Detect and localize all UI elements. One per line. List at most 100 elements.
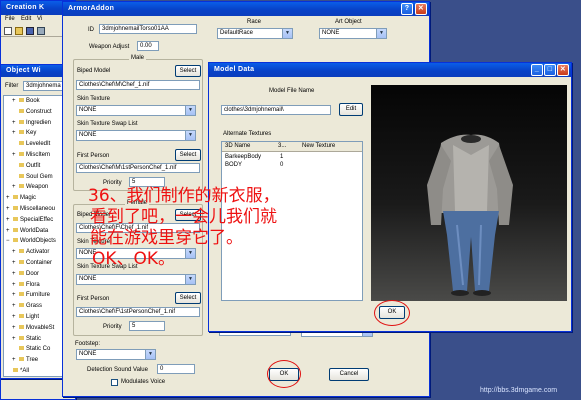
close-icon[interactable]: ✕ [415,3,427,15]
folder-icon [19,152,24,156]
preferences-icon[interactable] [37,27,45,35]
tree-expander-icon[interactable]: + [12,152,19,158]
tree-item[interactable]: Soul Gem [12,173,53,180]
detection-field[interactable]: 0 [157,364,195,374]
column-header-3d-name[interactable]: 3D Name [225,143,250,149]
tree-expander-icon[interactable]: + [12,184,19,190]
female-skin-swap-select[interactable]: NONE ▼ [76,274,196,285]
tree-expander-icon[interactable]: + [12,249,19,255]
tree-expander-icon[interactable]: + [12,120,19,126]
tree-item[interactable]: − WorldObjects [6,238,56,244]
chevron-down-icon: ▼ [185,249,195,258]
art-object-select[interactable]: NONE ▼ [319,28,387,39]
tree-expander-icon[interactable]: + [12,303,19,309]
tree-item[interactable]: Outfit [12,162,40,169]
tree-expander-icon[interactable]: − [6,238,13,244]
male-biped-label: Biped Model [77,68,111,74]
model-file-path[interactable]: clothes\3dmjohnemail\ [221,105,331,115]
folder-icon [19,141,24,146]
tree-item[interactable]: + MovableSt [12,324,54,331]
close-icon[interactable]: ✕ [557,64,569,76]
tree-item[interactable]: Construct [12,108,52,115]
tree-expander-icon[interactable]: + [6,206,13,212]
minimize-icon[interactable]: _ [531,64,543,76]
male-biped-path[interactable]: Clothes\Chef\M\Chef_1.nif [76,80,200,90]
modulates-voice-checkbox[interactable] [111,379,118,386]
race-select[interactable]: DefaultRace ▼ [217,28,293,39]
tree-expander-icon[interactable]: + [12,325,19,331]
tree-item[interactable]: + Furniture [12,292,50,298]
tree-item[interactable]: + Miscellaneou [6,206,55,212]
tree-item[interactable]: + Flora [12,281,40,288]
tree-item-label: WorldData [20,227,49,234]
tree-item[interactable]: + Static [12,335,41,342]
female-first-person-select-button[interactable]: Select [175,292,201,304]
tree-item[interactable]: + Grass [12,303,42,309]
tree-item[interactable]: + Magic [6,195,36,201]
tree-expander-icon[interactable]: + [6,195,13,201]
tree-item[interactable]: LeveledIt [12,141,50,147]
column-header-new-texture[interactable]: New Texture [302,143,335,149]
tree-expander-icon[interactable]: + [12,292,19,298]
tree-expander-icon[interactable]: + [12,98,19,104]
tree-expander-icon[interactable]: + [6,217,13,223]
tree-expander-icon[interactable]: + [12,282,19,288]
male-first-person-path[interactable]: Clothes\Chef\M\1stPersonChef_1.nif [76,163,200,173]
tree-item[interactable]: Static Co [12,346,50,352]
male-biped-select-button[interactable]: Select [175,65,201,77]
armor-addon-cancel-button[interactable]: Cancel [329,368,369,381]
tree-item[interactable]: + WorldData [6,227,49,234]
tree-item[interactable]: + Book [12,98,40,104]
race-value: DefaultRace [220,30,254,36]
chevron-down-icon: ▼ [185,275,195,284]
tree-item[interactable]: + Ingredien [12,119,51,126]
tree-item[interactable]: *All [6,368,29,374]
tree-item[interactable]: + Light [12,314,39,320]
female-priority-field[interactable]: 5 [129,321,165,331]
tree-expander-icon[interactable]: + [12,271,19,277]
new-icon[interactable] [4,27,12,35]
model-preview-viewport[interactable] [371,85,567,301]
armor-addon-titlebar: ArmorAddon ✕ ? [63,2,429,16]
tree-expander-icon[interactable]: + [12,357,19,363]
column-header-index[interactable]: 3... [278,143,286,149]
help-icon[interactable]: ? [401,3,413,15]
tree-item[interactable]: + Activator [12,249,49,255]
annotation-line-4: OK、OK。 [92,249,176,269]
folder-icon [19,270,24,275]
folder-icon [13,238,18,243]
tree-item-label: Key [26,130,37,137]
id-field[interactable]: 3dmjohnemailTorso01AA [99,24,197,34]
table-row[interactable]: BODY 0 [222,161,362,170]
folder-icon [19,303,24,308]
tree-item[interactable]: + SpecialEffec [6,216,53,223]
tree-item[interactable]: + Weapon [12,184,48,190]
tree-expander-icon[interactable]: + [12,130,19,136]
annotation-line-2: 看到了吧，一会儿我们就 [90,207,277,227]
edit-button[interactable]: Edit [339,103,363,116]
male-skin-texture-select[interactable]: NONE ▼ [76,105,196,116]
male-first-person-select-button[interactable]: Select [175,149,201,161]
menu-file[interactable]: File [5,16,15,22]
tree-item[interactable]: + Container [12,260,52,266]
save-icon[interactable] [26,27,34,35]
menu-view[interactable]: Vi [37,16,42,22]
footstep-select[interactable]: NONE ▼ [76,349,156,360]
model-ok-highlight-circle [374,300,410,326]
tree-expander-icon[interactable]: + [12,314,19,320]
open-icon[interactable] [15,27,23,35]
tree-expander-icon[interactable]: + [6,228,13,234]
tree-item[interactable]: + MiscItem [12,152,50,158]
tree-item[interactable]: + Key [12,130,36,136]
menu-edit[interactable]: Edit [21,16,31,22]
tree-expander-icon[interactable]: + [12,336,19,342]
tree-expander-icon[interactable]: + [12,260,19,266]
tree-item[interactable]: + Door [12,270,39,277]
weapon-adjust-field[interactable]: 0.00 [137,41,159,51]
folder-icon [13,206,18,210]
maximize-icon[interactable]: □ [544,64,556,76]
male-skin-swap-select[interactable]: NONE ▼ [76,130,196,141]
tree-item[interactable]: + Tree [12,357,38,363]
male-first-person-label: First Person [77,153,110,159]
female-first-person-path[interactable]: Clothes\Chef\F\1stPersonChef_1.nif [76,307,200,317]
